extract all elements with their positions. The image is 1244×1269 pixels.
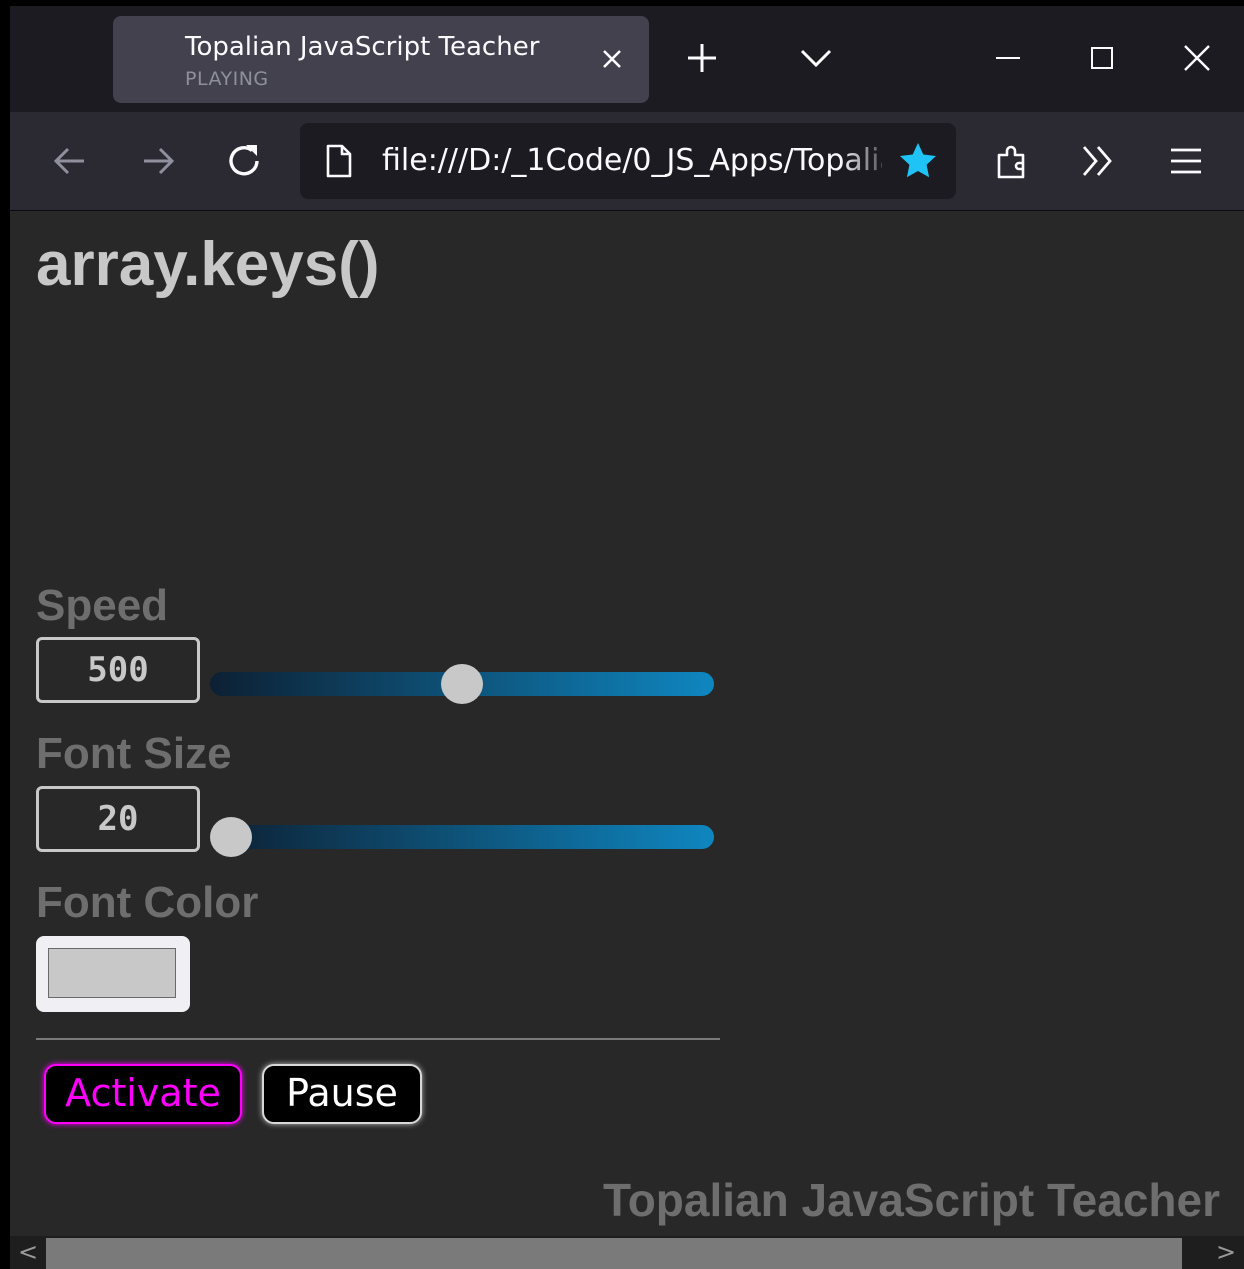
font-color-picker[interactable]: [36, 936, 190, 1012]
divider: [36, 1038, 720, 1040]
tab-title: Topalian JavaScript Teacher: [185, 32, 540, 62]
page-icon: [326, 144, 352, 178]
font-size-input[interactable]: 20: [36, 786, 200, 852]
font-size-slider-thumb[interactable]: [210, 817, 252, 857]
chevron-down-icon[interactable]: [796, 38, 836, 78]
speed-label: Speed: [36, 581, 169, 630]
url-bar[interactable]: file:///D:/_1Code/0_JS_Apps/Topalian_Jav…: [300, 123, 956, 199]
plus-icon[interactable]: [682, 38, 722, 78]
back-arrow-icon[interactable]: [48, 139, 92, 183]
speed-slider[interactable]: [210, 664, 714, 704]
close-icon[interactable]: [597, 44, 627, 74]
puzzle-icon[interactable]: [991, 139, 1035, 183]
footer-title: Topalian JavaScript Teacher: [603, 1174, 1220, 1226]
close-icon[interactable]: [1177, 38, 1217, 78]
font-color-label: Font Color: [36, 878, 259, 927]
nav-toolbar: file:///D:/_1Code/0_JS_Apps/Topalian_Jav…: [10, 112, 1244, 211]
font-size-slider[interactable]: [210, 817, 714, 857]
reload-icon[interactable]: [222, 139, 266, 183]
tab-playing-status: PLAYING: [185, 68, 269, 90]
scrollbar-thumb[interactable]: [46, 1238, 1182, 1269]
url-fade: [840, 137, 896, 185]
speed-slider-thumb[interactable]: [441, 664, 483, 704]
pause-button[interactable]: Pause: [262, 1064, 422, 1124]
scroll-left-arrow[interactable]: <: [10, 1236, 46, 1269]
horizontal-scrollbar[interactable]: < >: [10, 1236, 1244, 1269]
minimize-icon[interactable]: [988, 38, 1028, 78]
maximize-icon[interactable]: [1082, 38, 1122, 78]
scroll-right-arrow[interactable]: >: [1208, 1236, 1244, 1269]
page-title: array.keys(): [36, 230, 380, 299]
browser-window: Topalian JavaScript Teacher PLAYING file…: [10, 6, 1244, 1269]
activate-button[interactable]: Activate: [44, 1064, 242, 1124]
font-size-label: Font Size: [36, 729, 232, 778]
tab-active[interactable]: Topalian JavaScript Teacher PLAYING: [113, 16, 649, 103]
double-chevron-icon[interactable]: [1076, 139, 1120, 183]
font-color-swatch: [48, 948, 176, 998]
url-text[interactable]: file:///D:/_1Code/0_JS_Apps/Topalian_Jav…: [382, 143, 882, 183]
speed-input[interactable]: 500: [36, 637, 200, 703]
forward-arrow-icon[interactable]: [136, 139, 180, 183]
page-content: array.keys() Speed 500 Font Size 20 Font…: [10, 211, 1244, 1236]
star-icon[interactable]: [898, 141, 938, 181]
tab-strip: Topalian JavaScript Teacher PLAYING: [10, 6, 1244, 112]
hamburger-icon[interactable]: [1164, 139, 1208, 183]
